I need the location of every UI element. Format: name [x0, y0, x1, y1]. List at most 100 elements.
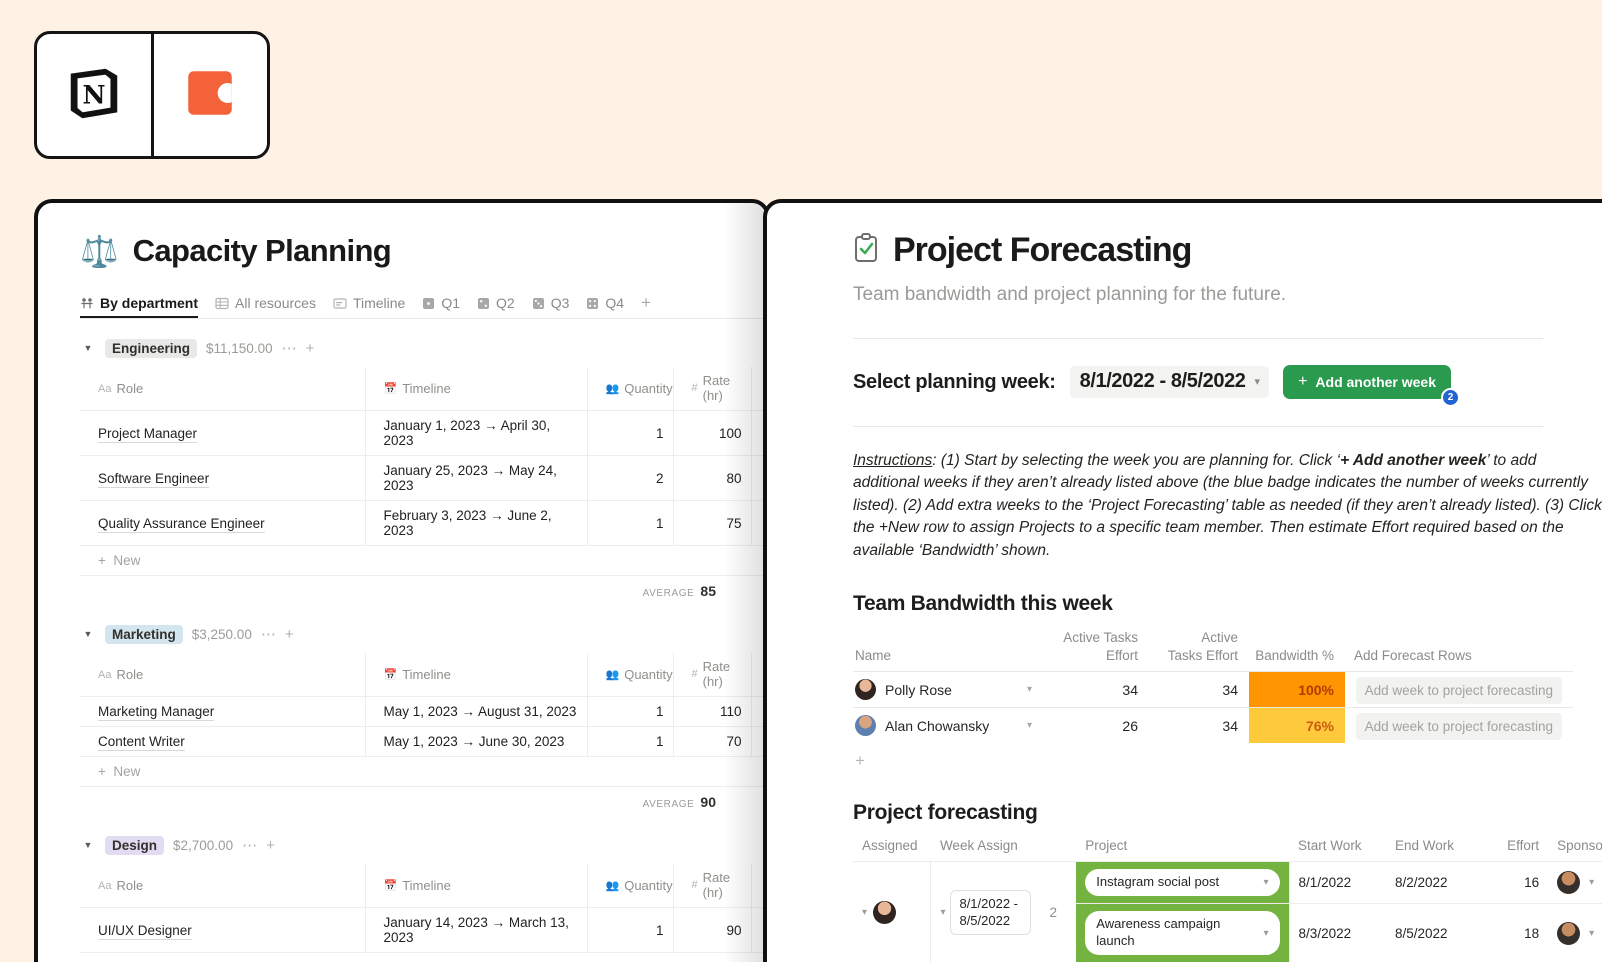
table-row[interactable]: Software Engineer January 25, 2023 → May… [80, 455, 766, 501]
col-timeline[interactable]: 📅 Timeline [364, 653, 587, 697]
table-row[interactable]: Polly Rose ▾ 34 34 100% Add week to proj… [853, 671, 1573, 708]
add-week-label: Add another week [1315, 374, 1437, 390]
group-design: ▼ Design $2,700.00 ⋯ + Aa Role 📅 Timeline … [80, 832, 766, 962]
chevron-down-icon[interactable]: ▾ [1589, 877, 1594, 888]
col-tasks-effort[interactable]: Active Tasks Effort [1149, 629, 1249, 672]
add-week-to-forecasting-button[interactable]: Add week to project forecasting [1355, 676, 1562, 704]
collapse-caret-icon[interactable]: ▼ [80, 629, 96, 639]
chevron-down-icon[interactable]: ▾ [1589, 928, 1594, 939]
col-role[interactable]: Aa Role [80, 864, 365, 908]
cell-bandwidth-pct: 76% [1249, 707, 1345, 744]
cell-active-tasks-effort: 26 [1053, 707, 1149, 744]
col-project[interactable]: Project [1076, 838, 1289, 862]
col-name[interactable]: Name [853, 629, 1053, 672]
tab-by-department[interactable]: By department [80, 295, 198, 318]
col-timeline[interactable]: 📅 Timeline [364, 367, 587, 411]
col-quantity[interactable]: 👥 Quantity [586, 653, 673, 697]
die-2-icon [477, 297, 490, 310]
col-sponsor[interactable]: Sponsor [1548, 838, 1602, 862]
group-add-icon[interactable]: + [266, 837, 275, 854]
table-row[interactable]: ▾ ▾ 8/1/2022 - 8/5/2022 2 Instagram soci… [853, 861, 1602, 962]
week-select-value: 8/1/2022 - 8/5/2022 [1079, 370, 1246, 392]
col-quantity[interactable]: 👥 Quantity [586, 367, 673, 411]
col-rate[interactable]: # Rate (hr) [672, 864, 751, 908]
chevron-down-icon[interactable]: ▾ [1264, 927, 1269, 940]
group-header: ▼ Design $2,700.00 ⋯ + [80, 832, 766, 858]
table-row[interactable]: Marketing Manager May 1, 2023 → August 3… [80, 696, 766, 727]
collapse-caret-icon[interactable]: ▼ [80, 343, 96, 353]
col-start-work[interactable]: Start Work [1289, 838, 1386, 862]
chevron-down-icon[interactable]: ▾ [862, 907, 867, 918]
cell-week-count: 2 [1040, 861, 1077, 962]
week-select-dropdown[interactable]: 8/1/2022 - 8/5/2022 ▾ [1069, 366, 1270, 398]
week-selector-row: Select planning week: 8/1/2022 - 8/5/202… [853, 365, 1602, 407]
people-icon: 👥 [605, 880, 620, 892]
col-week-assign[interactable]: Week Assign [931, 838, 1041, 862]
new-row-button[interactable]: + New [80, 952, 766, 962]
tab-timeline[interactable]: Timeline [333, 295, 405, 318]
bandwidth-add-row-button[interactable]: + [853, 743, 1602, 771]
add-week-to-forecasting-button[interactable]: Add week to project forecasting [1355, 712, 1562, 740]
new-row-button[interactable]: + New [80, 545, 766, 575]
table-row[interactable]: Quality Assurance Engineer February 3, 2… [80, 500, 766, 545]
cell-timeline: January 14, 2023 → March 13, 2023 [364, 907, 587, 952]
cell-timeline: January 25, 2023 → May 24, 2023 [364, 455, 587, 501]
tab-label: All resources [235, 295, 316, 311]
col-active-tasks-effort[interactable]: Active Tasks Effort [1053, 629, 1149, 672]
col-effort[interactable]: Effort [1483, 838, 1548, 862]
group-more-icon[interactable]: ⋯ [261, 625, 276, 643]
cell-sponsor[interactable]: ▾ [1548, 861, 1602, 904]
new-row-button[interactable]: + New [80, 756, 766, 786]
col-rate[interactable]: # Rate (hr) [672, 653, 751, 697]
tab-q2[interactable]: Q2 [477, 295, 515, 318]
chevron-down-icon[interactable]: ▾ [1027, 684, 1042, 695]
table-row[interactable]: UI/UX Designer January 14, 2023 → March … [80, 907, 766, 952]
group-chip[interactable]: Marketing [105, 624, 183, 644]
cell-role: Content Writer [98, 734, 185, 751]
cell-role: Software Engineer [98, 470, 210, 488]
tab-q4[interactable]: Q4 [586, 295, 624, 318]
group-chip[interactable]: Design [105, 835, 165, 855]
view-tabs: By department All resources Timeline Q1 … [80, 289, 766, 319]
chevron-down-icon: ▾ [1254, 376, 1261, 388]
table-row[interactable]: Alan Chowansky ▾ 26 34 76% Add week to p… [853, 707, 1573, 744]
add-view-button[interactable]: + [641, 293, 651, 318]
group-add-icon[interactable]: + [306, 340, 315, 357]
group-more-icon[interactable]: ⋯ [242, 836, 257, 854]
cell-active-tasks-effort: 34 [1053, 671, 1149, 708]
add-another-week-button[interactable]: + Add another week 2 [1283, 365, 1461, 407]
col-add-forecast-rows[interactable]: Add Forecast Rows [1345, 629, 1573, 672]
cell-timeline: May 1, 2023 → August 31, 2023 [364, 696, 587, 727]
group-table: AaRole 📅Timeline 👥Quantity #Rate (hr) 📅 … [80, 653, 766, 756]
collapse-caret-icon[interactable]: ▼ [80, 840, 96, 850]
chevron-down-icon[interactable]: ▾ [1027, 720, 1042, 731]
col-timeline[interactable]: 📅 Timeline [364, 864, 587, 908]
chevron-down-icon[interactable]: ▾ [1264, 876, 1269, 889]
col-role[interactable]: Aa Role [80, 653, 365, 697]
group-more-icon[interactable]: ⋯ [282, 339, 297, 357]
cell-role: Marketing Manager [98, 704, 215, 721]
col-rate[interactable]: # Rate (hr) [672, 367, 751, 411]
tab-all-resources[interactable]: All resources [215, 295, 316, 318]
table-row[interactable]: Content Writer May 1, 2023 → June 30, 20… [80, 726, 766, 756]
group-add-icon[interactable]: + [285, 626, 294, 643]
col-assigned[interactable]: Assigned [853, 838, 931, 862]
group-average: AVERAGE 85 [80, 575, 766, 605]
cell-assigned[interactable]: ▾ [853, 861, 931, 962]
col-end-work[interactable]: End Work [1386, 838, 1483, 862]
cell-sponsor[interactable]: ▾ [1548, 903, 1602, 962]
group-header: ▼ Marketing $3,250.00 ⋯ + [80, 621, 766, 647]
col-role[interactable]: Aa Role [80, 367, 365, 411]
cell-week-assign[interactable]: ▾ 8/1/2022 - 8/5/2022 [930, 861, 1041, 962]
cell-project[interactable]: Instagram social post ▾ [1076, 861, 1290, 904]
tab-q3[interactable]: Q3 [532, 295, 569, 318]
cell-project[interactable]: Awareness campaign launch ▾ [1076, 903, 1290, 962]
col-quantity[interactable]: 👥 Quantity [586, 864, 673, 908]
cell-timeline: May 1, 2023 → June 30, 2023 [364, 726, 587, 756]
tab-q1[interactable]: Q1 [422, 295, 460, 318]
coda-logo [181, 64, 239, 127]
chevron-down-icon[interactable]: ▾ [940, 907, 945, 918]
col-bandwidth-pct[interactable]: Bandwidth % [1249, 629, 1345, 672]
table-row[interactable]: Project Manager January 1, 2023 → April … [80, 410, 766, 456]
group-chip[interactable]: Engineering [105, 338, 198, 358]
